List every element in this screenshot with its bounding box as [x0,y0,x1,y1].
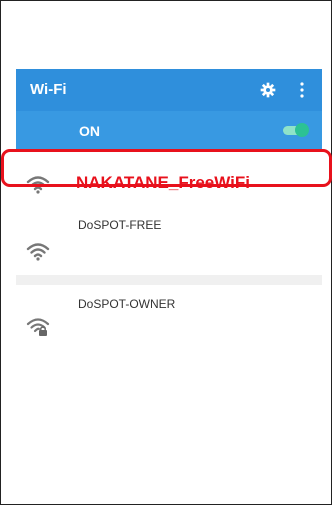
list-divider [16,275,322,285]
more-vert-icon [300,82,304,98]
wifi-state-label: ON [79,123,100,139]
network-name: DoSPOT-OWNER [78,297,176,311]
network-name: DoSPOT-FREE [78,218,162,232]
page-title: Wi-Fi [30,81,67,98]
wifi-toggle[interactable] [283,123,309,137]
highlight-callout [1,149,332,187]
gear-icon [260,82,276,98]
wifi-settings-screen: Wi-Fi ON NAKATANE_FreeWiFi DoSPOT-FREE D… [16,69,322,349]
wifi-master-switch-row[interactable]: ON [16,111,322,151]
network-item-dospot-free[interactable]: DoSPOT-FREE [16,211,322,275]
wifi-icon [26,243,50,261]
more-options-button[interactable] [290,78,314,102]
wifi-lock-icon [26,318,50,336]
network-item-dospot-owner[interactable]: DoSPOT-OWNER [16,285,322,349]
settings-button[interactable] [256,78,280,102]
toggle-thumb [295,123,309,137]
app-bar: Wi-Fi [16,69,322,111]
phone-frame: Wi-Fi ON NAKATANE_FreeWiFi DoSPOT-FREE D… [0,0,332,505]
